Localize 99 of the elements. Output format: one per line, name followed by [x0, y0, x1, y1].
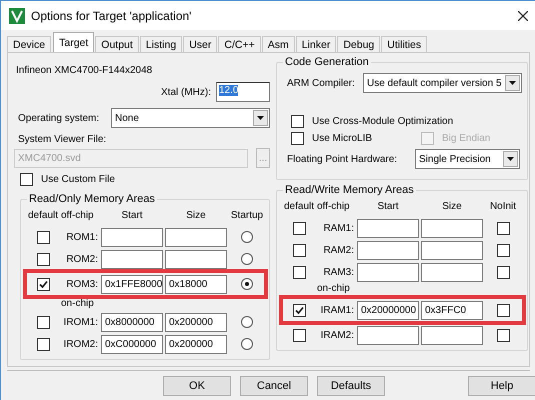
checkbox[interactable]	[292, 222, 306, 234]
device-name: Infineon XMC4700-F144x2048	[16, 65, 154, 76]
dialog-button[interactable]: OK	[163, 376, 231, 396]
start-field[interactable]	[357, 262, 419, 282]
size-field[interactable]: 0x200000	[165, 334, 227, 354]
checkbox[interactable]	[292, 266, 306, 278]
start-field[interactable]	[357, 326, 419, 344]
tab[interactable]: Listing	[140, 36, 182, 52]
radio-button[interactable]	[241, 316, 253, 328]
checkbox-label: Big Endian	[442, 133, 490, 144]
checkbox[interactable]	[292, 328, 306, 342]
area-label: RAM2:	[322, 244, 355, 256]
checkbox-label: Use MicroLIB	[312, 133, 372, 144]
area-label: ROM1:	[65, 232, 99, 242]
column-header: Start	[376, 200, 400, 214]
start-field[interactable]: 0x20000000	[357, 300, 419, 320]
size-field[interactable]	[165, 250, 227, 268]
compiler-label: ARM Compiler:	[286, 78, 356, 88]
checkbox[interactable]	[496, 266, 510, 278]
os-label: Operating system:	[17, 112, 100, 124]
fpu-dropdown[interactable]: Single Precision	[415, 149, 520, 169]
checkbox[interactable]	[496, 304, 510, 316]
start-field[interactable]	[357, 240, 419, 260]
tab[interactable]: Asm	[262, 36, 295, 52]
start-field[interactable]	[101, 228, 163, 246]
checkbox[interactable]	[496, 328, 510, 342]
size-field[interactable]: 0x3FFC0	[421, 300, 483, 320]
column-header: Startup	[230, 209, 264, 223]
start-field[interactable]: 0x1FFE8000	[101, 274, 163, 294]
size-field[interactable]	[421, 240, 483, 260]
compiler-dropdown[interactable]: Use default compiler version 5	[363, 73, 522, 93]
svd-label: System Viewer File:	[18, 134, 108, 145]
column-header: Size	[185, 209, 207, 223]
checkbox[interactable]	[36, 252, 50, 266]
column-header: off-chip	[317, 200, 351, 214]
size-field[interactable]	[421, 326, 483, 344]
section-label: on-chip	[317, 283, 350, 294]
tab[interactable]: C/C++	[218, 36, 261, 52]
checkbox[interactable]	[496, 244, 510, 256]
area-label: IROM1:	[62, 316, 99, 328]
checkbox[interactable]	[291, 115, 304, 128]
tab[interactable]: Debug	[337, 36, 380, 52]
checkbox[interactable]	[291, 132, 304, 145]
start-field[interactable]	[357, 218, 419, 238]
app-icon	[9, 8, 25, 24]
os-dropdown[interactable]: None	[111, 108, 270, 128]
size-field[interactable]: 0x200000	[165, 312, 227, 332]
radio-button[interactable]	[241, 253, 253, 265]
tab[interactable]: Device	[7, 36, 52, 52]
checkbox-label: Use Custom File	[41, 174, 115, 185]
column-header: default	[283, 200, 315, 214]
checkbox[interactable]	[36, 278, 50, 290]
area-label: IROM2:	[62, 338, 99, 350]
group-title: Read/Write Memory Areas	[283, 184, 416, 196]
dialog-button[interactable]: Cancel	[240, 376, 308, 396]
area-label: RAM1:	[322, 222, 355, 234]
radio-button[interactable]	[241, 231, 253, 243]
checkbox[interactable]	[496, 222, 510, 234]
area-label: ROM3:	[65, 278, 99, 290]
start-field[interactable]	[101, 250, 163, 268]
xtal-field[interactable]: 12.0	[216, 82, 270, 102]
column-header: default	[27, 209, 59, 223]
fpu-label: Floating Point Hardware:	[287, 154, 398, 164]
tab[interactable]: Utilities	[381, 36, 428, 52]
checkbox-label: Use Cross-Module Optimization	[312, 116, 454, 127]
checkbox[interactable]	[36, 230, 50, 244]
column-header: Start	[120, 209, 144, 223]
tab[interactable]: User	[183, 36, 218, 52]
size-field[interactable]	[165, 228, 227, 246]
column-header: Size	[441, 200, 463, 214]
size-field[interactable]	[421, 262, 483, 282]
column-header: NoInit	[488, 200, 518, 214]
checkbox[interactable]	[292, 244, 306, 256]
checkbox[interactable]	[20, 173, 33, 186]
tab[interactable]: Output	[95, 36, 139, 52]
close-icon[interactable]	[518, 10, 528, 20]
area-label: IRAM2:	[320, 330, 355, 340]
checkbox[interactable]	[36, 338, 50, 350]
column-header: off-chip	[61, 209, 95, 223]
size-field[interactable]: 0x18000	[165, 274, 227, 294]
group-title: Code Generation	[283, 56, 371, 68]
xtal-label: Xtal (MHz):	[161, 86, 211, 98]
tab[interactable]: Target	[53, 32, 94, 52]
checkbox[interactable]	[292, 304, 306, 316]
dialog-button[interactable]: Help	[468, 376, 535, 396]
checkbox[interactable]	[36, 316, 50, 328]
window-title: Options for Target 'application'	[31, 8, 192, 22]
radio-button[interactable]	[241, 338, 253, 350]
area-label: ROM2:	[65, 254, 99, 264]
area-label: IRAM1:	[320, 304, 355, 316]
group-title: Read/Only Memory Areas	[27, 193, 157, 205]
start-field[interactable]: 0xC000000	[101, 334, 163, 354]
tab[interactable]: Linker	[296, 36, 336, 52]
radio-button[interactable]	[241, 278, 253, 290]
area-label: RAM3:	[322, 266, 355, 278]
section-label: on-chip	[61, 298, 94, 309]
start-field[interactable]: 0x8000000	[101, 312, 163, 332]
dialog-button[interactable]: Defaults	[317, 376, 385, 396]
size-field[interactable]	[421, 218, 483, 238]
